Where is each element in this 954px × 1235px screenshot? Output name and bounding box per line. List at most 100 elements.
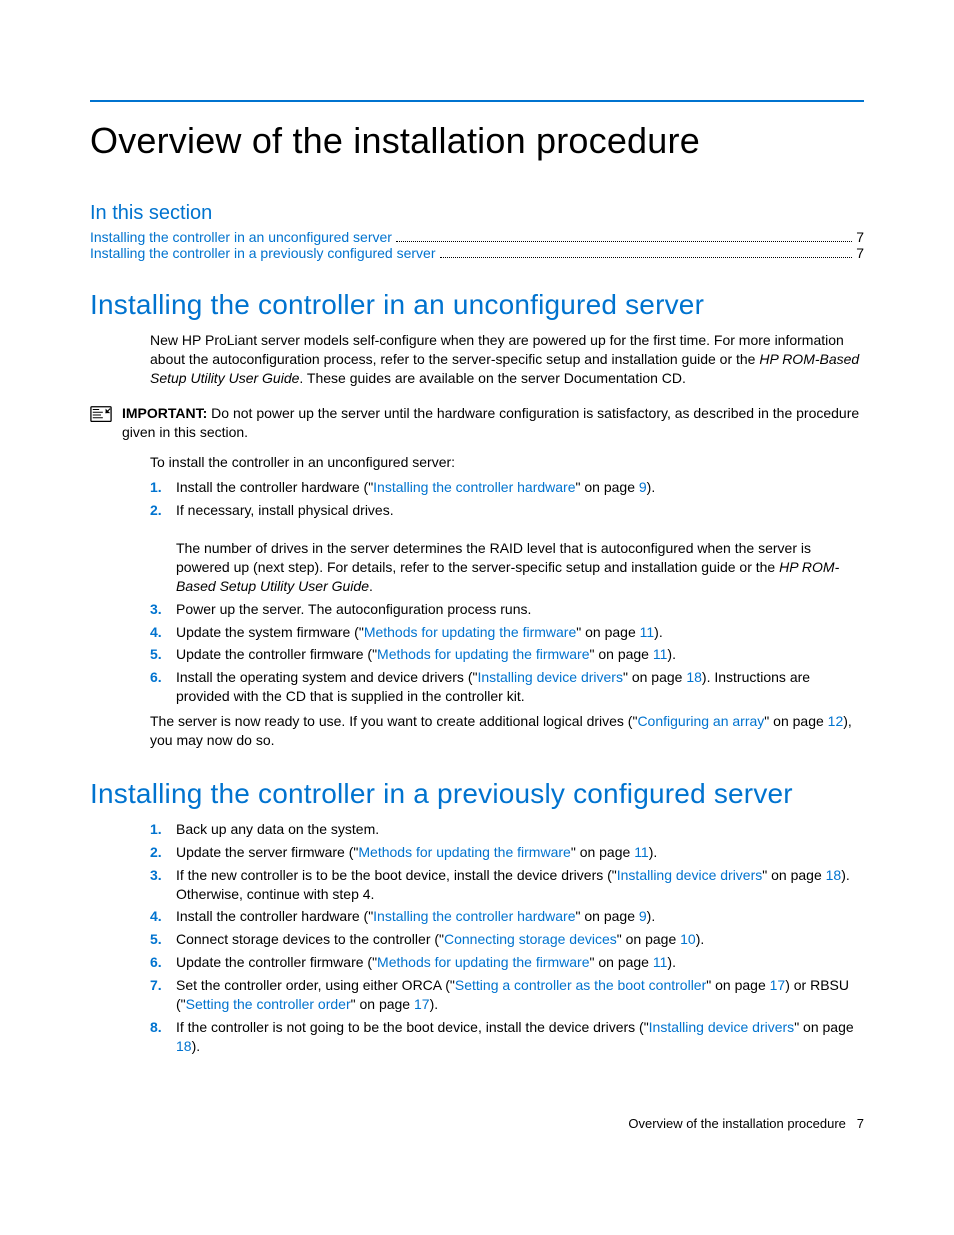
step-text: If the controller is not going to be the…: [176, 1019, 649, 1035]
step-item: 4. Install the controller hardware ("Ins…: [150, 907, 864, 926]
step-text: If the new controller is to be the boot …: [176, 867, 617, 883]
page-footer: Overview of the installation procedure 7: [90, 1116, 864, 1131]
step-number: 4.: [150, 623, 176, 642]
top-rule: [90, 100, 864, 102]
link-install-drivers[interactable]: Installing device drivers: [617, 867, 763, 883]
lead-paragraph: To install the controller in an unconfig…: [150, 453, 864, 472]
page-ref[interactable]: 18: [176, 1038, 192, 1054]
step-text: " on page: [590, 954, 653, 970]
step-number: 3.: [150, 866, 176, 904]
footer-label: Overview of the installation procedure: [628, 1116, 846, 1131]
step-number: 2.: [150, 501, 176, 595]
step-item: 3. If the new controller is to be the bo…: [150, 866, 864, 904]
step-item: 2. Update the server firmware ("Methods …: [150, 843, 864, 862]
step-item: 3. Power up the server. The autoconfigur…: [150, 600, 864, 619]
link-boot-controller[interactable]: Setting a controller as the boot control…: [455, 977, 706, 993]
step-number: 6.: [150, 668, 176, 706]
page-ref[interactable]: 9: [639, 479, 647, 495]
step-text: Install the operating system and device …: [176, 669, 477, 685]
page-ref[interactable]: 17: [414, 996, 430, 1012]
outro-text: The server is now ready to use. If you w…: [150, 713, 637, 729]
step-number: 1.: [150, 820, 176, 839]
step-text: Update the server firmware (": [176, 844, 358, 860]
step-number: 3.: [150, 600, 176, 619]
link-update-firmware[interactable]: Methods for updating the firmware: [377, 954, 589, 970]
link-install-drivers[interactable]: Installing device drivers: [649, 1019, 795, 1035]
step-text: Update the controller firmware (": [176, 954, 377, 970]
step-text: " on page: [576, 479, 639, 495]
link-install-hardware[interactable]: Installing the controller hardware: [373, 479, 575, 495]
step-text: " on page: [576, 908, 639, 924]
steps-list-b: 1. Back up any data on the system. 2. Up…: [150, 820, 864, 1056]
step-number: 1.: [150, 478, 176, 497]
step-item: 7. Set the controller order, using eithe…: [150, 976, 864, 1014]
step-item: 6. Install the operating system and devi…: [150, 668, 864, 706]
toc-item-page: 7: [856, 229, 864, 245]
step-item: 1. Install the controller hardware ("Ins…: [150, 478, 864, 497]
page-ref[interactable]: 18: [826, 867, 842, 883]
step-number: 7.: [150, 976, 176, 1014]
step-text: ).: [647, 908, 656, 924]
page-ref[interactable]: 11: [634, 844, 649, 860]
intro-paragraph: New HP ProLiant server models self-confi…: [150, 331, 864, 388]
step-text: Install the controller hardware (": [176, 908, 373, 924]
step-text: Back up any data on the system.: [176, 820, 864, 839]
important-body: IMPORTANT: Do not power up the server un…: [122, 404, 864, 442]
step-detail-pre: The number of drives in the server deter…: [176, 540, 811, 575]
step-text: If necessary, install physical drives.: [176, 502, 394, 518]
step-text: ).: [696, 931, 705, 947]
link-controller-order[interactable]: Setting the controller order: [186, 996, 351, 1012]
page-ref[interactable]: 12: [828, 713, 844, 729]
step-number: 2.: [150, 843, 176, 862]
step-text: " on page: [762, 867, 825, 883]
section-heading-configured: Installing the controller in a previousl…: [90, 778, 864, 810]
page-ref[interactable]: 9: [639, 908, 647, 924]
step-text: ).: [192, 1038, 201, 1054]
important-callout: IMPORTANT: Do not power up the server un…: [90, 404, 864, 442]
important-label: IMPORTANT:: [122, 405, 207, 421]
footer-page-number: 7: [857, 1116, 864, 1131]
step-text: Power up the server. The autoconfigurati…: [176, 600, 864, 619]
step-text: Connect storage devices to the controlle…: [176, 931, 444, 947]
step-text: " on page: [571, 844, 634, 860]
page-ref[interactable]: 11: [640, 624, 655, 640]
step-text: " on page: [617, 931, 680, 947]
step-text: " on page: [590, 646, 653, 662]
link-update-firmware[interactable]: Methods for updating the firmware: [377, 646, 589, 662]
page-ref[interactable]: 18: [686, 669, 702, 685]
link-update-firmware[interactable]: Methods for updating the firmware: [358, 844, 570, 860]
step-detail-post: .: [369, 578, 373, 594]
step-text: Update the system firmware (": [176, 624, 364, 640]
toc-item[interactable]: Installing the controller in a previousl…: [90, 245, 864, 261]
page-ref[interactable]: 11: [653, 954, 668, 970]
step-text: Install the controller hardware (": [176, 479, 373, 495]
step-number: 5.: [150, 930, 176, 949]
page-ref[interactable]: 17: [770, 977, 786, 993]
step-text: " on page: [351, 996, 414, 1012]
toc-item-label: Installing the controller in an unconfig…: [90, 229, 392, 245]
step-number: 4.: [150, 907, 176, 926]
toc-item[interactable]: Installing the controller in an unconfig…: [90, 229, 864, 245]
step-item: 5. Connect storage devices to the contro…: [150, 930, 864, 949]
step-text: ).: [430, 996, 439, 1012]
toc-leader-dots: [440, 257, 853, 258]
step-text: ).: [649, 844, 658, 860]
toc-item-page: 7: [856, 245, 864, 261]
step-text: " on page: [576, 624, 639, 640]
step-text: ).: [654, 624, 663, 640]
step-text: " on page: [706, 977, 769, 993]
link-connect-storage[interactable]: Connecting storage devices: [444, 931, 617, 947]
outro-text: " on page: [764, 713, 827, 729]
step-item: 6. Update the controller firmware ("Meth…: [150, 953, 864, 972]
step-number: 8.: [150, 1018, 176, 1056]
link-configure-array[interactable]: Configuring an array: [637, 713, 764, 729]
link-install-hardware[interactable]: Installing the controller hardware: [373, 908, 575, 924]
link-update-firmware[interactable]: Methods for updating the firmware: [364, 624, 576, 640]
link-install-drivers[interactable]: Installing device drivers: [477, 669, 623, 685]
important-text: Do not power up the server until the har…: [122, 405, 859, 440]
step-text: Update the controller firmware (": [176, 646, 377, 662]
step-text: " on page: [794, 1019, 853, 1035]
page-ref[interactable]: 11: [653, 646, 668, 662]
step-item: 8. If the controller is not going to be …: [150, 1018, 864, 1056]
page-ref[interactable]: 10: [680, 931, 696, 947]
